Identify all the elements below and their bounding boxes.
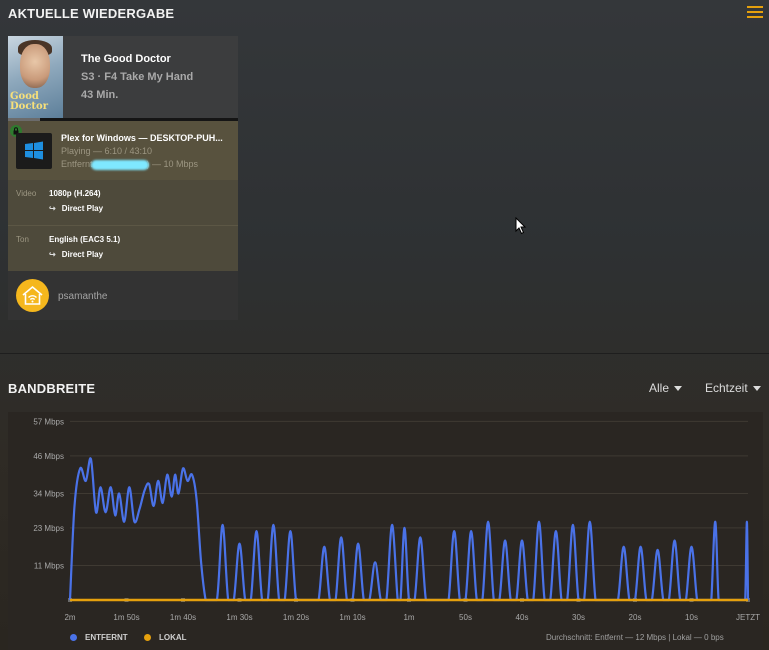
location-label: Entfernt bbox=[61, 159, 93, 169]
bandwidth-average: Durchschnitt: Entfernt — 12 Mbps | Lokal… bbox=[546, 633, 724, 642]
player-name: Plex for Windows — DESKTOP-PUH... bbox=[61, 133, 223, 143]
x-tick-label: 1m 20s bbox=[283, 613, 309, 622]
x-tick-label: 1m bbox=[403, 613, 414, 622]
x-tick-label: 40s bbox=[516, 613, 529, 622]
y-tick-label: 57 Mbps bbox=[33, 417, 64, 426]
legend-remote[interactable]: ENTFERNT bbox=[70, 633, 128, 642]
y-tick-label: 11 Mbps bbox=[34, 562, 64, 571]
legend-remote-label: ENTFERNT bbox=[85, 633, 128, 642]
video-stream-row: Video 1080p (H.264) ↪ Direct Play bbox=[8, 180, 238, 225]
menu-bar bbox=[747, 16, 763, 18]
playback-status: Playing — 6:10 / 43:10 bbox=[61, 146, 153, 156]
now-playing-heading: AKTUELLE WIEDERGABE bbox=[8, 6, 175, 21]
y-tick-label: 46 Mbps bbox=[33, 452, 64, 461]
player-separator: — bbox=[135, 133, 150, 143]
poster-image[interactable]: Good Doctor bbox=[8, 36, 63, 118]
legend-local-label: LOKAL bbox=[159, 633, 187, 642]
timerange-label: Echtzeit bbox=[705, 381, 748, 395]
return-arrow-icon: ↪ bbox=[49, 204, 56, 213]
video-format: 1080p (H.264) bbox=[49, 189, 101, 198]
media-info[interactable]: Good Doctor The Good Doctor S3 · F4 Take… bbox=[8, 36, 238, 118]
video-decision: ↪ Direct Play bbox=[49, 204, 103, 213]
audio-decision: ↪ Direct Play bbox=[49, 250, 103, 259]
connection-info: Entfernt ) — 10 Mbps bbox=[61, 159, 198, 170]
audio-label: Ton bbox=[16, 235, 29, 244]
return-arrow-icon: ↪ bbox=[49, 250, 56, 259]
filter-dropdown[interactable]: Alle bbox=[649, 381, 683, 395]
player-row: Plex for Windows — DESKTOP-PUH... Playin… bbox=[8, 121, 238, 180]
video-decision-label: Direct Play bbox=[61, 204, 104, 213]
x-tick-label: 1m 50s bbox=[113, 613, 139, 622]
section-divider bbox=[0, 353, 769, 354]
x-tick-label: 2m bbox=[64, 613, 75, 622]
audio-decision-label: Direct Play bbox=[61, 250, 104, 259]
x-tick-label: 10s bbox=[685, 613, 698, 622]
media-duration: 43 Min. bbox=[81, 89, 119, 101]
home-wifi-icon bbox=[16, 279, 49, 312]
windows-icon bbox=[16, 133, 52, 169]
mouse-cursor-icon bbox=[515, 216, 527, 240]
hamburger-menu-icon[interactable] bbox=[747, 4, 763, 22]
legend-local[interactable]: LOKAL bbox=[144, 633, 187, 642]
menu-bar bbox=[747, 6, 763, 8]
poster-logo: Good Doctor bbox=[10, 91, 48, 112]
x-tick-label: 1m 10s bbox=[339, 613, 365, 622]
username[interactable]: psamanthe bbox=[58, 291, 107, 302]
bandwidth-chart: 57 Mbps 46 Mbps 34 Mbps 23 Mbps 11 Mbps 2m 1m … bbox=[33, 417, 760, 622]
audio-stream-row: Ton English (EAC3 5.1) ↪ Direct Play bbox=[8, 225, 238, 271]
chevron-down-icon bbox=[752, 386, 761, 392]
x-tick-label: 1m 40s bbox=[170, 613, 196, 622]
bandwidth-chart-panel: 57 Mbps 46 Mbps 34 Mbps 23 Mbps 11 Mbps 2m 1m … bbox=[8, 412, 763, 650]
y-tick-label: 23 Mbps bbox=[33, 524, 64, 533]
chevron-down-icon bbox=[674, 386, 683, 392]
filter-label: Alle bbox=[649, 381, 670, 395]
bitrate-label: ) — 10 Mbps bbox=[146, 159, 199, 169]
player-device: DESKTOP-PUH... bbox=[149, 133, 223, 143]
bandwidth-heading: BANDBREITE bbox=[8, 381, 96, 396]
user-row[interactable]: psamanthe bbox=[8, 271, 238, 320]
x-tick-label: 1m 30s bbox=[226, 613, 252, 622]
poster-face bbox=[20, 44, 50, 88]
legend-local-dot bbox=[144, 634, 151, 642]
y-tick-label: 34 Mbps bbox=[33, 489, 64, 498]
audio-format: English (EAC3 5.1) bbox=[49, 235, 121, 244]
series-line-entfernt bbox=[68, 457, 750, 602]
media-title[interactable]: The Good Doctor bbox=[81, 53, 171, 65]
timerange-dropdown[interactable]: Echtzeit bbox=[705, 381, 761, 395]
x-tick-label: JETZT bbox=[736, 613, 760, 622]
x-tick-label: 30s bbox=[572, 613, 585, 622]
video-label: Video bbox=[16, 189, 37, 198]
x-tick-label: 50s bbox=[459, 613, 472, 622]
redacted-ip bbox=[90, 159, 149, 170]
legend-remote-dot bbox=[70, 634, 77, 642]
menu-bar bbox=[747, 11, 763, 13]
media-subtitle[interactable]: S3 · F4 Take My Hand bbox=[81, 71, 193, 83]
now-playing-card[interactable]: Good Doctor The Good Doctor S3 · F4 Take… bbox=[8, 36, 238, 320]
x-tick-label: 20s bbox=[629, 613, 642, 622]
player-app: Plex for Windows bbox=[61, 133, 136, 143]
